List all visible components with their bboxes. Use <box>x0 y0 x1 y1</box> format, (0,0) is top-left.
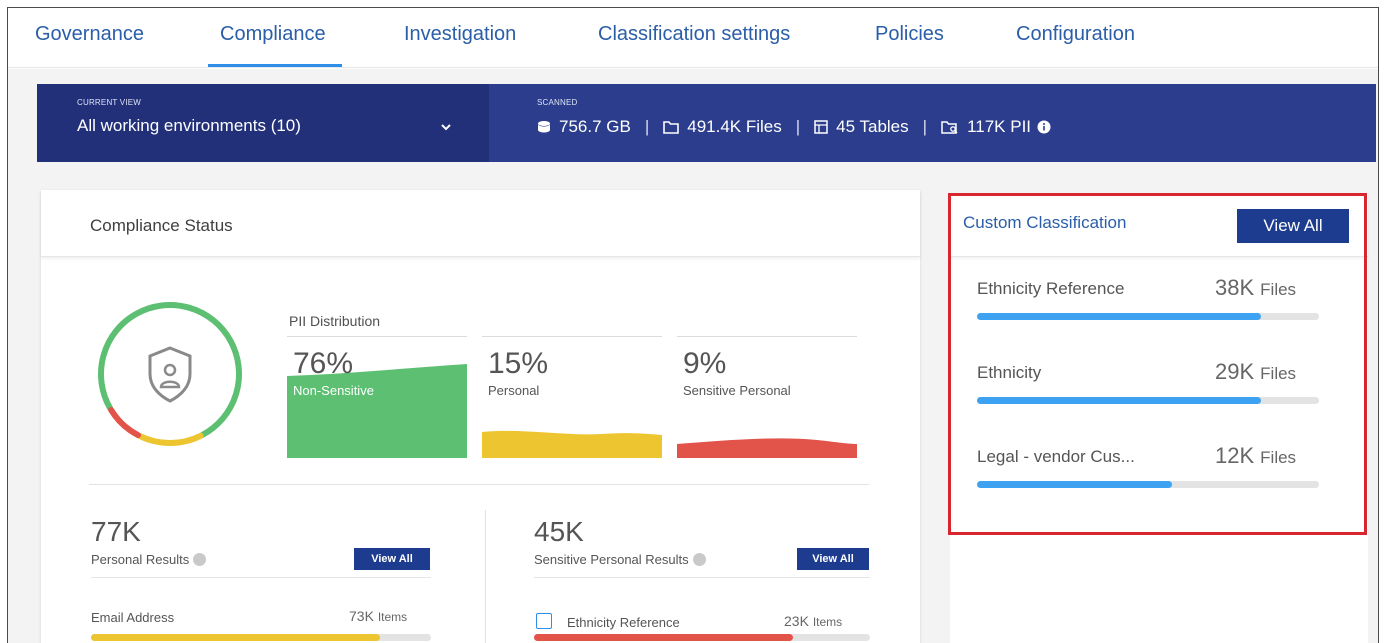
compliance-ring <box>98 302 242 446</box>
compliance-status-card: Compliance Status PII Distribution 76% N… <box>41 190 920 643</box>
divider <box>534 577 870 578</box>
sensitive-row-bar <box>534 634 870 641</box>
divider: | <box>922 117 928 136</box>
scan-stats: 756.7 GB | 491.4K Files | 45 Tables | 11… <box>537 116 1059 138</box>
personal-row-bar-fill <box>91 634 380 641</box>
card-header: Compliance Status <box>41 190 920 257</box>
column-divider <box>485 510 486 643</box>
ring-segment <box>136 432 204 446</box>
distribution-pct: 15% <box>488 347 549 380</box>
info-icon[interactable] <box>1037 120 1051 134</box>
highlight-box <box>948 193 1367 535</box>
distribution-personal: 15% Personal <box>482 336 662 458</box>
folder-icon <box>663 121 680 134</box>
scanned-size: 756.7 GB <box>559 117 631 136</box>
tab-configuration[interactable]: Configuration <box>1016 23 1135 46</box>
personal-row-value: 73K Items <box>349 608 408 624</box>
info-icon[interactable] <box>193 553 207 566</box>
sensitive-row-bar-fill <box>534 634 793 641</box>
pii-folder-icon <box>941 121 958 134</box>
ring-segment <box>108 407 142 439</box>
sensitive-personal-area <box>677 438 857 458</box>
personal-results-count: 77K <box>91 516 141 547</box>
sensitive-results-count: 45K <box>534 516 584 547</box>
distribution-pct: 76% <box>293 347 354 380</box>
distribution-sensitive-personal: 9% Sensitive Personal <box>677 336 857 458</box>
tab-investigation[interactable]: Investigation <box>404 23 516 46</box>
classification-chip-icon <box>536 613 552 629</box>
personal-results-label: Personal Results <box>91 552 207 567</box>
working-environment-selector[interactable]: CURRENT VIEW All working environments (1… <box>37 84 489 162</box>
sensitive-row-name: Ethnicity Reference <box>567 615 680 630</box>
divider: | <box>795 117 801 136</box>
card-title: Compliance Status <box>90 216 233 235</box>
tab-classification-settings[interactable]: Classification settings <box>598 23 790 46</box>
tab-governance[interactable]: Governance <box>35 23 144 46</box>
tab-bar: Governance Compliance Investigation Clas… <box>8 8 1378 68</box>
tab-policies[interactable]: Policies <box>875 23 944 46</box>
chevron-down-icon <box>441 124 451 131</box>
divider: | <box>644 117 650 136</box>
pii-distribution-label: PII Distribution <box>289 313 381 329</box>
scanned-tables: 45 Tables <box>836 117 909 136</box>
scanned-label: SCANNED <box>537 98 578 107</box>
sensitive-view-all-button[interactable]: View All <box>797 548 869 570</box>
distribution-non-sensitive: 76% Non-Sensitive <box>287 336 467 458</box>
summary-bar: CURRENT VIEW All working environments (1… <box>37 84 1376 162</box>
distribution-label: Sensitive Personal <box>683 383 791 398</box>
section-divider <box>89 484 869 485</box>
info-icon[interactable] <box>692 553 706 566</box>
table-icon <box>814 120 828 134</box>
sensitive-results-label: Sensitive Personal Results <box>534 552 706 567</box>
current-view-value: All working environments (10) <box>77 116 301 135</box>
distribution-label: Personal <box>488 383 540 398</box>
main-content: CURRENT VIEW All working environments (1… <box>8 69 1378 643</box>
personal-row-bar <box>91 634 431 641</box>
sensitive-row-value: 23K Items <box>784 613 843 629</box>
shield-user-icon <box>148 346 192 403</box>
distribution-label: Non-Sensitive <box>293 383 374 398</box>
personal-view-all-button[interactable]: View All <box>354 548 430 570</box>
current-view-label: CURRENT VIEW <box>77 98 142 107</box>
distribution-pct: 9% <box>683 347 727 380</box>
ring-segment <box>98 302 242 438</box>
personal-row-name: Email Address <box>91 610 175 625</box>
scanned-pii: 117K PII <box>967 117 1032 136</box>
personal-area <box>482 430 662 458</box>
app-frame: Governance Compliance Investigation Clas… <box>7 7 1379 643</box>
database-icon <box>538 121 550 133</box>
tab-compliance[interactable]: Compliance <box>220 23 326 46</box>
active-tab-indicator <box>208 64 342 67</box>
scanned-files: 491.4K Files <box>687 117 782 136</box>
divider <box>91 577 431 578</box>
